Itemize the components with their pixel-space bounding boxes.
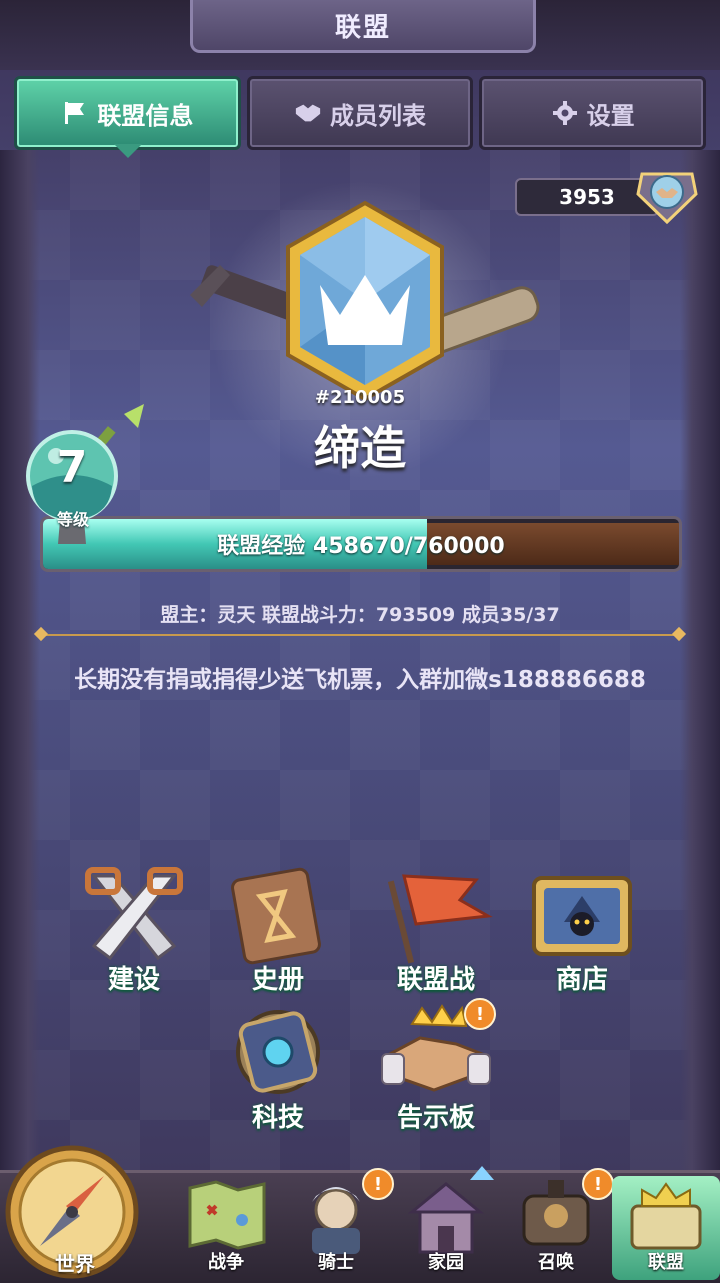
nav-war[interactable]: 战争	[172, 1176, 280, 1280]
feature-notice-board[interactable]: 告示板 !	[376, 998, 496, 1134]
gear-icon	[551, 99, 579, 127]
tab-member-list[interactable]: 成员列表	[246, 76, 474, 150]
notification-badge: !	[464, 998, 496, 1030]
flag-icon	[61, 99, 89, 127]
nav-summon[interactable]: 召唤 !	[502, 1168, 614, 1280]
map-icon	[188, 1180, 266, 1250]
nav-label-world: 世界	[55, 1252, 95, 1276]
battle-flag-icon	[387, 874, 493, 964]
feature-history[interactable]: 史册	[218, 866, 338, 996]
nav-label: 骑士	[318, 1252, 354, 1273]
alliance-notice: 长期没有捐或捐得少送飞机票，入群加微s188886688	[74, 667, 646, 693]
tab-label: 成员列表	[330, 101, 426, 130]
nav-alliance[interactable]: 联盟	[612, 1176, 720, 1280]
alliance-stats: 盟主：灵天 联盟战斗力：793509 成员35/37	[160, 604, 560, 626]
feature-build[interactable]: 建设	[74, 866, 194, 996]
page-title: 联盟	[190, 0, 536, 53]
nav-label: 召唤	[538, 1252, 574, 1273]
feature-alliance-war[interactable]: 联盟战	[376, 866, 496, 996]
alliance-icon	[630, 1182, 702, 1250]
handshake-icon	[294, 99, 322, 127]
shop-icon	[532, 876, 632, 956]
saws-icon	[85, 867, 183, 961]
tab-label: 设置	[586, 101, 635, 130]
frame-left	[0, 150, 40, 1180]
tab-alliance-info[interactable]: 联盟信息	[14, 76, 241, 150]
alliance-level: 7	[56, 442, 88, 493]
alliance-name: 缔造	[314, 421, 406, 475]
tab-label: 联盟信息	[97, 101, 194, 130]
tab-bar: 联盟信息 成员列表 设置	[14, 76, 707, 150]
tab-settings[interactable]: 设置	[479, 76, 707, 150]
divider	[40, 634, 680, 636]
nav-label: 联盟	[648, 1252, 684, 1273]
active-tab-pointer	[114, 144, 142, 158]
nav-label: 战争	[208, 1252, 244, 1273]
level-label: 等级	[56, 510, 89, 529]
nav-home[interactable]: 家园	[392, 1176, 500, 1280]
nav-label: 家园	[428, 1252, 464, 1273]
alliance-id: #210005	[314, 387, 406, 408]
feature-label: 联盟战	[396, 965, 475, 995]
frame-right	[680, 150, 720, 1180]
feature-shop[interactable]: 商店	[522, 866, 642, 996]
notification-badge: !	[362, 1168, 394, 1200]
feature-label: 告示板	[396, 1103, 475, 1133]
book-icon	[231, 867, 321, 965]
handshake-emblem-icon[interactable]	[632, 164, 702, 226]
nav-knight[interactable]: 骑士 !	[282, 1168, 394, 1280]
house-icon	[407, 1182, 485, 1254]
feature-label: 建设	[107, 965, 160, 995]
tech-gear-icon	[236, 1010, 320, 1094]
feature-label: 科技	[251, 1103, 304, 1133]
notification-badge: !	[582, 1168, 614, 1200]
feature-label: 商店	[555, 965, 608, 995]
feature-technology[interactable]: 科技	[218, 1004, 338, 1134]
feature-label: 史册	[251, 965, 304, 995]
